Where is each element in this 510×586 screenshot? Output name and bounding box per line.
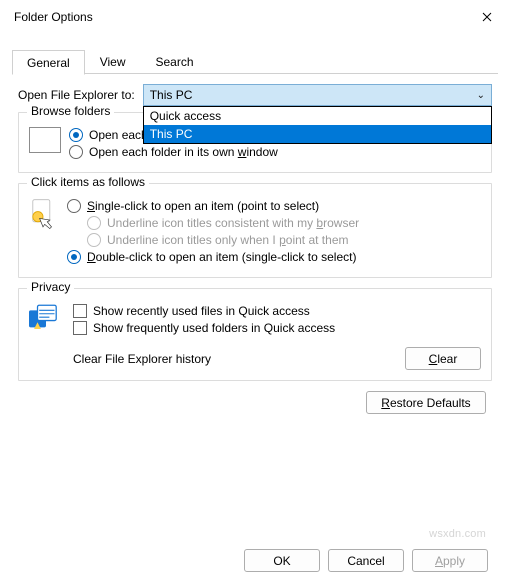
privacy-legend: Privacy <box>27 280 74 294</box>
clear-button[interactable]: Clear <box>405 347 481 370</box>
privacy-icon <box>29 303 63 333</box>
privacy-group: Privacy Show recently used files in Quic… <box>18 288 492 381</box>
dialog-footer: OK Cancel Apply <box>244 549 488 572</box>
folder-options-window: Folder Options General View Search Open … <box>0 0 510 586</box>
checkbox-freq-folders-row[interactable]: Show frequently used folders in Quick ac… <box>73 321 481 335</box>
tab-view[interactable]: View <box>85 49 141 74</box>
ok-button[interactable]: OK <box>244 549 320 572</box>
tab-search[interactable]: Search <box>141 49 209 74</box>
radio-same-window[interactable] <box>69 128 83 142</box>
dropdown-item-label: Quick access <box>150 109 221 123</box>
window-title: Folder Options <box>14 10 464 24</box>
radio-underline-point <box>87 233 101 247</box>
click-items-legend: Click items as follows <box>27 175 149 189</box>
tab-strip: General View Search <box>12 48 498 74</box>
checkbox-recent-files-row[interactable]: Show recently used files in Quick access <box>73 304 481 318</box>
restore-defaults-button[interactable]: Restore Defaults <box>366 391 486 414</box>
open-explorer-dropdown: Quick access This PC <box>143 106 492 144</box>
open-explorer-label: Open File Explorer to: <box>18 88 135 102</box>
cancel-button-label: Cancel <box>347 554 384 568</box>
titlebar: Folder Options <box>0 0 510 34</box>
click-items-group: Click items as follows Single-click to o… <box>18 183 492 278</box>
tab-general[interactable]: General <box>12 50 85 75</box>
open-explorer-selected: This PC <box>150 88 193 102</box>
close-icon <box>482 12 492 22</box>
ok-button-label: OK <box>273 554 290 568</box>
close-button[interactable] <box>464 0 510 34</box>
dialog-body: General View Search Open File Explorer t… <box>0 34 510 586</box>
radio-own-window[interactable] <box>69 145 83 159</box>
tab-view-label: View <box>100 55 126 69</box>
radio-single-click[interactable] <box>67 199 81 213</box>
apply-button[interactable]: Apply <box>412 549 488 572</box>
tab-content-general: Open File Explorer to: This PC ⌄ Quick a… <box>12 74 498 414</box>
radio-own-window-label: Open each folder in its own window <box>89 145 278 159</box>
tab-search-label: Search <box>156 55 194 69</box>
radio-double-click[interactable] <box>67 250 81 264</box>
dropdown-item-this-pc[interactable]: This PC <box>144 125 491 143</box>
open-explorer-row: Open File Explorer to: This PC ⌄ Quick a… <box>18 84 492 106</box>
cancel-button[interactable]: Cancel <box>328 549 404 572</box>
checkbox-freq-folders[interactable] <box>73 321 87 335</box>
clear-history-label: Clear File Explorer history <box>73 352 211 366</box>
radio-underline-point-row: Underline icon titles only when I point … <box>87 233 481 247</box>
cursor-click-icon <box>29 198 57 232</box>
browse-folders-legend: Browse folders <box>27 104 114 118</box>
chevron-down-icon: ⌄ <box>477 90 485 101</box>
checkbox-recent-files-label: Show recently used files in Quick access <box>93 304 310 318</box>
tab-general-label: General <box>27 56 70 70</box>
open-explorer-select[interactable]: This PC ⌄ <box>143 84 492 106</box>
checkbox-freq-folders-label: Show frequently used folders in Quick ac… <box>93 321 335 335</box>
radio-double-click-label: Double-click to open an item (single-cli… <box>87 250 356 264</box>
radio-underline-point-label: Underline icon titles only when I point … <box>107 233 348 247</box>
open-explorer-select-wrap: This PC ⌄ Quick access This PC <box>143 84 492 106</box>
radio-underline-browser-label: Underline icon titles consistent with my… <box>107 216 359 230</box>
radio-double-click-row[interactable]: Double-click to open an item (single-cli… <box>67 250 481 264</box>
radio-single-click-row[interactable]: Single-click to open an item (point to s… <box>67 199 481 213</box>
dropdown-item-label: This PC <box>150 127 193 141</box>
radio-underline-browser-row: Underline icon titles consistent with my… <box>87 216 481 230</box>
radio-underline-browser <box>87 216 101 230</box>
radio-own-window-row[interactable]: Open each folder in its own window <box>69 145 481 159</box>
checkbox-recent-files[interactable] <box>73 304 87 318</box>
radio-single-click-label: Single-click to open an item (point to s… <box>87 199 319 213</box>
window-icon <box>29 127 61 153</box>
watermark: wsxdn.com <box>429 528 486 540</box>
dropdown-item-quick-access[interactable]: Quick access <box>144 107 491 125</box>
